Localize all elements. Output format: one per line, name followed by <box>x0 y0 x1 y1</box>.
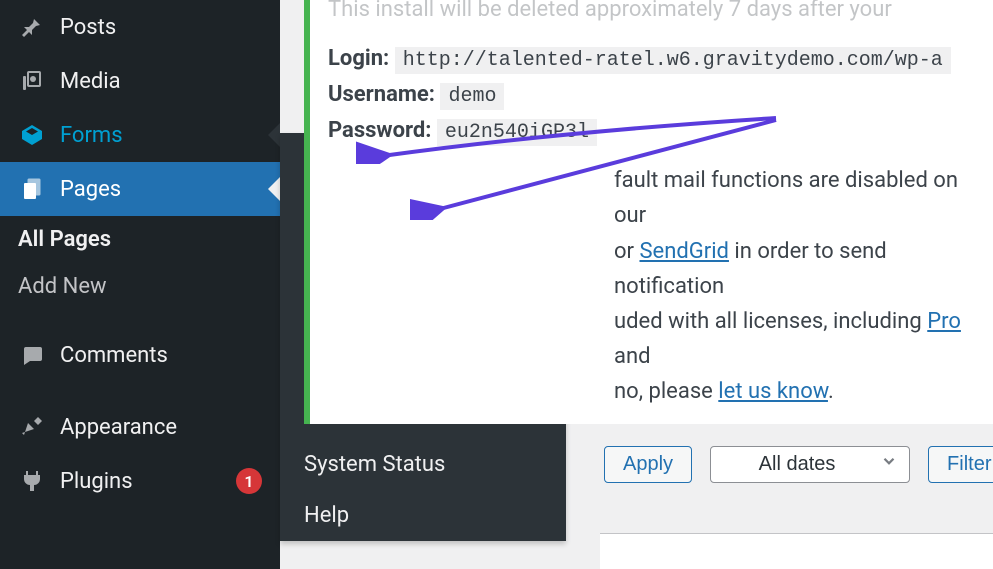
pro-link[interactable]: Pro <box>927 309 961 334</box>
notice-text: and <box>614 344 651 369</box>
notice-text: . <box>828 379 834 404</box>
sidebar-item-forms[interactable]: Forms <box>0 108 280 162</box>
sidebar-item-pages[interactable]: Pages <box>0 162 280 216</box>
comments-icon <box>18 341 46 369</box>
sidebar-item-label: Plugins <box>60 469 226 494</box>
pages-icon <box>18 175 46 203</box>
notice-text: uded with all licenses, including <box>614 309 927 334</box>
sidebar-item-label: Forms <box>60 123 262 148</box>
password-label: Password: <box>328 118 431 143</box>
sidebar-item-comments[interactable]: Comments <box>0 328 280 382</box>
sidebar-subitem-add-new[interactable]: Add New <box>0 263 280 310</box>
demo-notice: This install will be deleted approximate… <box>304 0 993 424</box>
notice-cutoff-text: This install will be deleted approximate… <box>328 0 975 27</box>
sidebar-item-label: Pages <box>60 177 262 202</box>
sidebar-item-label: Comments <box>60 343 262 368</box>
list-toolbar: Apply All dates Filter <box>604 446 993 483</box>
plugins-icon <box>18 467 46 495</box>
notice-text: or <box>614 239 639 264</box>
username-value: demo <box>440 83 504 110</box>
list-table-top <box>600 533 993 569</box>
notice-text: fault mail functions are disabled on our <box>614 168 958 228</box>
sidebar-item-label: Media <box>60 69 262 94</box>
password-value: eu2n540iGP3l <box>437 119 597 146</box>
main-content: This install will be deleted approximate… <box>280 0 993 569</box>
update-badge: 1 <box>236 468 262 494</box>
username-label: Username: <box>328 82 435 107</box>
date-filter-select[interactable]: All dates <box>710 446 910 483</box>
media-icon <box>18 67 46 95</box>
pin-icon <box>18 13 46 41</box>
sidebar-subitem-all-pages[interactable]: All Pages <box>0 216 280 263</box>
sidebar-item-media[interactable]: Media <box>0 54 280 108</box>
filter-button[interactable]: Filter <box>928 446 993 483</box>
login-url: http://talented-ratel.w6.gravitydemo.com… <box>395 47 951 74</box>
admin-sidebar: Posts Media Forms Pages All Pages Add Ne… <box>0 0 280 569</box>
login-label: Login: <box>328 46 389 71</box>
sidebar-item-posts[interactable]: Posts <box>0 0 280 54</box>
notice-text: no, please <box>614 379 718 404</box>
let-us-know-link[interactable]: let us know <box>718 379 828 404</box>
appearance-icon <box>18 413 46 441</box>
sidebar-item-label: Posts <box>60 15 262 40</box>
sidebar-subitem-label: Add New <box>18 274 107 299</box>
apply-button[interactable]: Apply <box>604 446 692 483</box>
forms-icon <box>18 121 46 149</box>
sendgrid-link[interactable]: SendGrid <box>639 239 728 264</box>
sidebar-item-label: Appearance <box>60 415 262 440</box>
sidebar-subitem-label: All Pages <box>18 227 111 252</box>
sidebar-item-appearance[interactable]: Appearance <box>0 400 280 454</box>
sidebar-item-plugins[interactable]: Plugins 1 <box>0 454 280 508</box>
